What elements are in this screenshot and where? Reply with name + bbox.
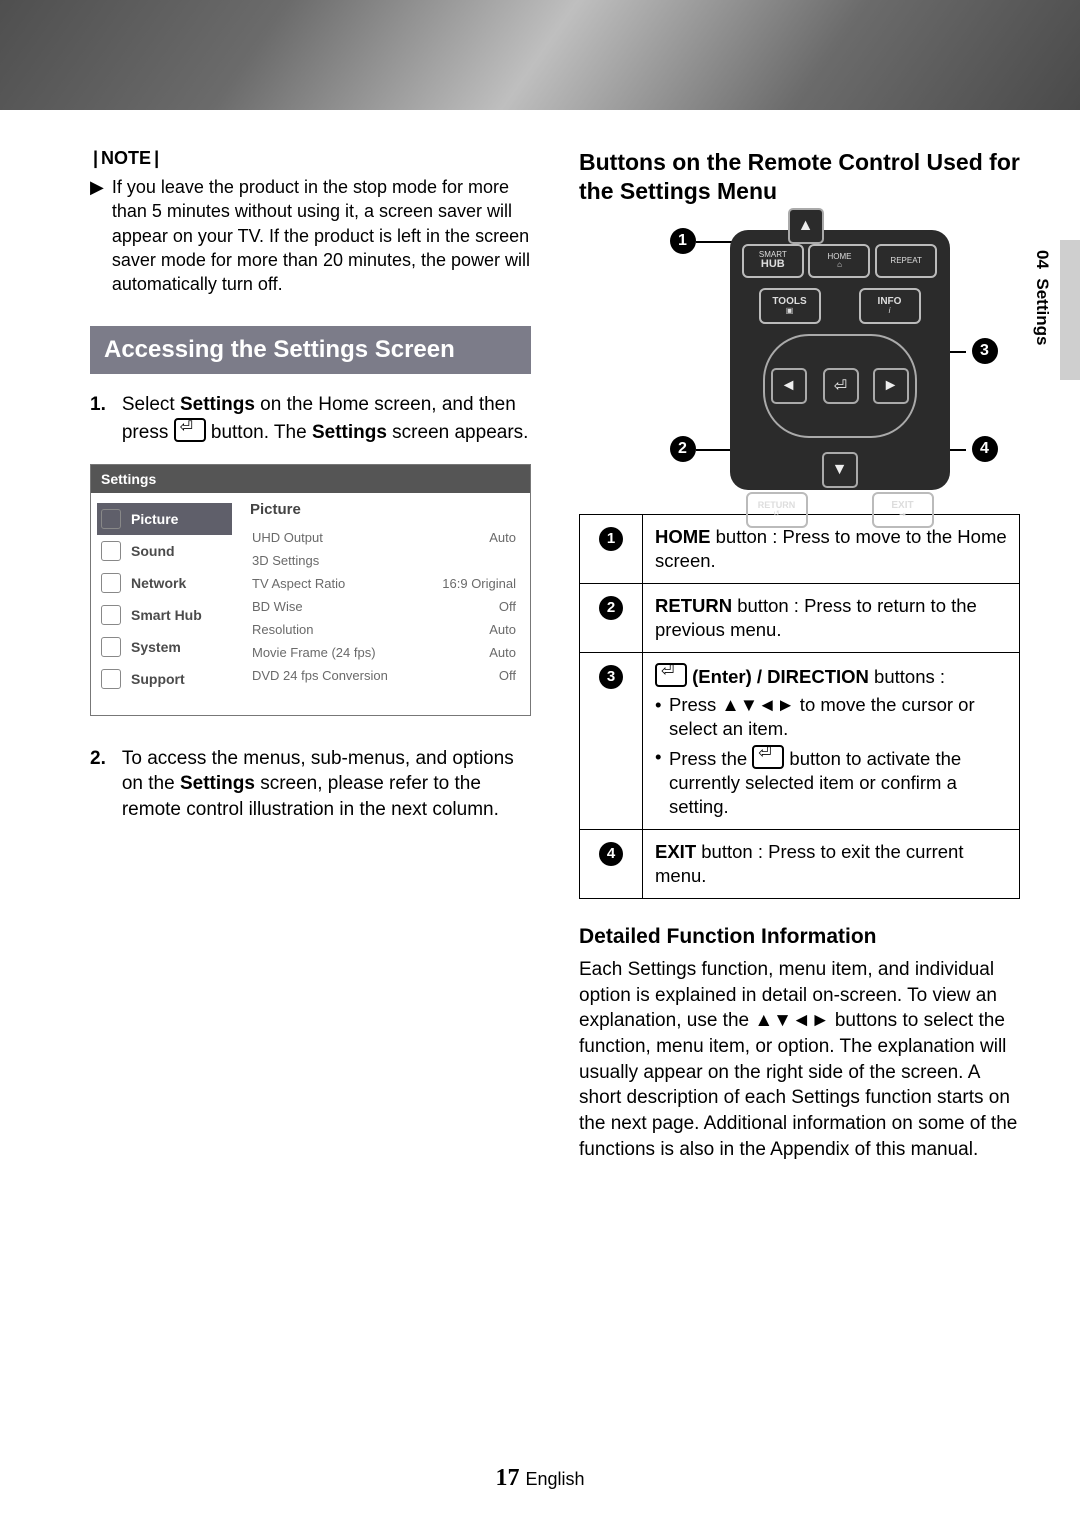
callout-table: 1 HOME button : Press to move to the Hom… — [579, 514, 1020, 900]
category-smart-hub: Smart Hub — [97, 599, 232, 631]
panel-categories: Picture Sound Network Smart Hub System S… — [91, 493, 238, 715]
note-text: If you leave the product in the stop mod… — [112, 175, 531, 296]
remote-home: HOME⌂ — [808, 244, 870, 278]
page-footer: 17English — [0, 1465, 1080, 1492]
category-picture: Picture — [97, 503, 232, 535]
step-2: 2. To access the menus, sub-menus, and o… — [90, 746, 531, 823]
remote-down: ▼ — [822, 452, 858, 488]
remote-tools: TOOLS▣ — [759, 288, 821, 324]
remote-smart-hub: SMARTHUB — [742, 244, 804, 278]
remote-repeat: REPEAT — [875, 244, 937, 278]
note-bullet-icon: ▶ — [90, 175, 104, 296]
right-heading: Buttons on the Remote Control Used for t… — [579, 148, 1020, 206]
remote-dpad: ◄ ⏎ ► — [763, 334, 917, 438]
detailed-para: Each Settings function, menu item, and i… — [579, 957, 1020, 1162]
callout-2: 2 — [670, 436, 696, 462]
step-1: 1. Select Settings on the Home screen, a… — [90, 392, 531, 445]
section-title: Accessing the Settings Screen — [90, 326, 531, 374]
category-system: System — [97, 631, 232, 663]
panel-options: Picture UHD OutputAuto 3D Settings TV As… — [238, 493, 530, 715]
category-support: Support — [97, 663, 232, 695]
panel-title: Settings — [91, 465, 530, 493]
left-column: |NOTE| ▶ If you leave the product in the… — [90, 148, 531, 1162]
remote-return: RETURN↺ — [746, 492, 808, 528]
enter-icon — [174, 418, 206, 442]
callout-1: 1 — [670, 228, 696, 254]
settings-panel: Settings Picture Sound Network Smart Hub… — [90, 464, 531, 716]
remote-up: ▲ — [788, 208, 824, 244]
category-network: Network — [97, 567, 232, 599]
side-tab — [1060, 240, 1080, 380]
callout-3: 3 — [972, 338, 998, 364]
remote-info: INFOi — [859, 288, 921, 324]
subheading: Detailed Function Information — [579, 925, 1020, 949]
remote-left: ◄ — [771, 368, 807, 404]
remote-exit: EXIT⇥ — [872, 492, 934, 528]
enter-icon — [752, 745, 784, 769]
side-chapter-label: 04 Settings — [1032, 250, 1052, 345]
enter-icon — [655, 663, 687, 687]
callout-4: 4 — [972, 436, 998, 462]
remote-right: ► — [873, 368, 909, 404]
note-heading: |NOTE| — [90, 148, 531, 169]
remote-enter: ⏎ — [823, 368, 859, 404]
remote-diagram: 1 2 3 4 SMARTHUB HOME⌂ REPEAT TOOLS▣ ▲ I… — [620, 230, 980, 490]
right-column: Buttons on the Remote Control Used for t… — [579, 148, 1020, 1162]
category-sound: Sound — [97, 535, 232, 567]
